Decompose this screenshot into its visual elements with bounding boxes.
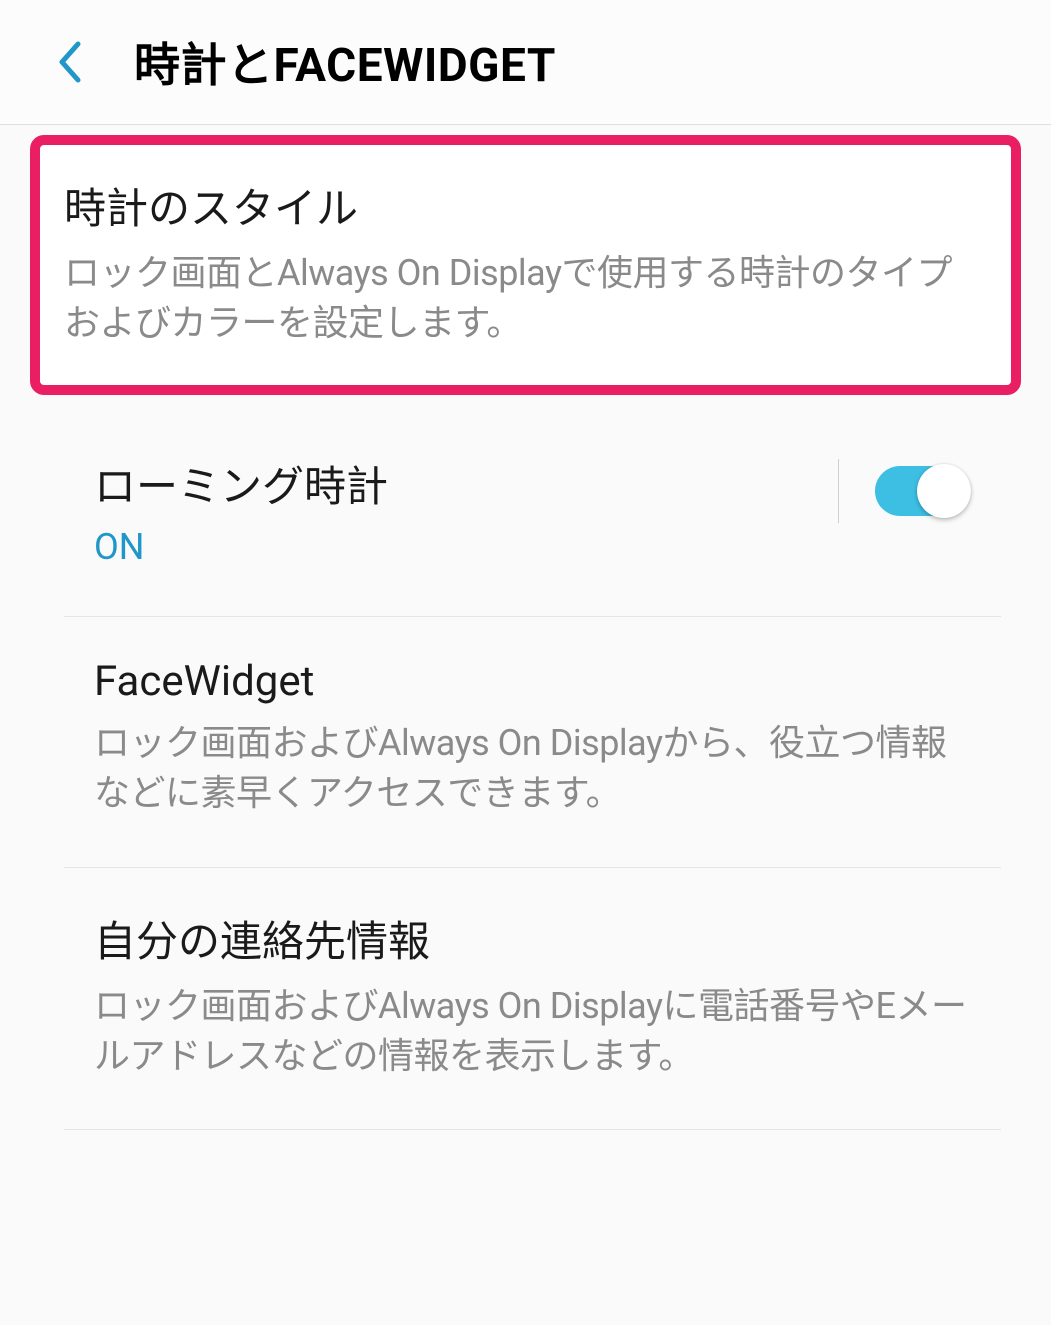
setting-facewidget[interactable]: FaceWidget ロック画面およびAlways On Displayから、役… xyxy=(64,617,1001,868)
toggle-container xyxy=(838,459,971,523)
setting-title: FaceWidget xyxy=(94,657,971,706)
back-icon[interactable] xyxy=(44,37,94,87)
chevron-left-icon xyxy=(56,40,82,84)
toggle-divider xyxy=(838,459,839,523)
toggle-knob xyxy=(917,464,971,518)
setting-title: 自分の連絡先情報 xyxy=(94,908,971,969)
setting-clock-style[interactable]: 時計のスタイル ロック画面とAlways On Displayで使用する時計のタ… xyxy=(40,145,1011,385)
settings-list: 時計のスタイル ロック画面とAlways On Displayで使用する時計のタ… xyxy=(0,135,1051,1130)
setting-description: ロック画面およびAlways On Displayに電話番号やEメールアドレスな… xyxy=(94,981,971,1082)
setting-title: ローミング時計 xyxy=(94,453,818,514)
setting-description: ロック画面とAlways On Displayで使用する時計のタイプおよびカラー… xyxy=(64,248,987,349)
setting-contact-info[interactable]: 自分の連絡先情報 ロック画面およびAlways On Displayに電話番号や… xyxy=(64,868,1001,1131)
roaming-clock-toggle[interactable] xyxy=(875,466,971,516)
highlighted-setting: 時計のスタイル ロック画面とAlways On Displayで使用する時計のタ… xyxy=(30,135,1021,395)
header: 時計とFACEWIDGET xyxy=(0,0,1051,125)
setting-description: ロック画面およびAlways On Displayから、役立つ情報などに素早くア… xyxy=(94,718,971,819)
setting-title: 時計のスタイル xyxy=(64,175,987,236)
setting-roaming-clock[interactable]: ローミング時計 ON xyxy=(64,413,1001,617)
page-title: 時計とFACEWIDGET xyxy=(134,29,556,95)
setting-status: ON xyxy=(94,526,818,568)
